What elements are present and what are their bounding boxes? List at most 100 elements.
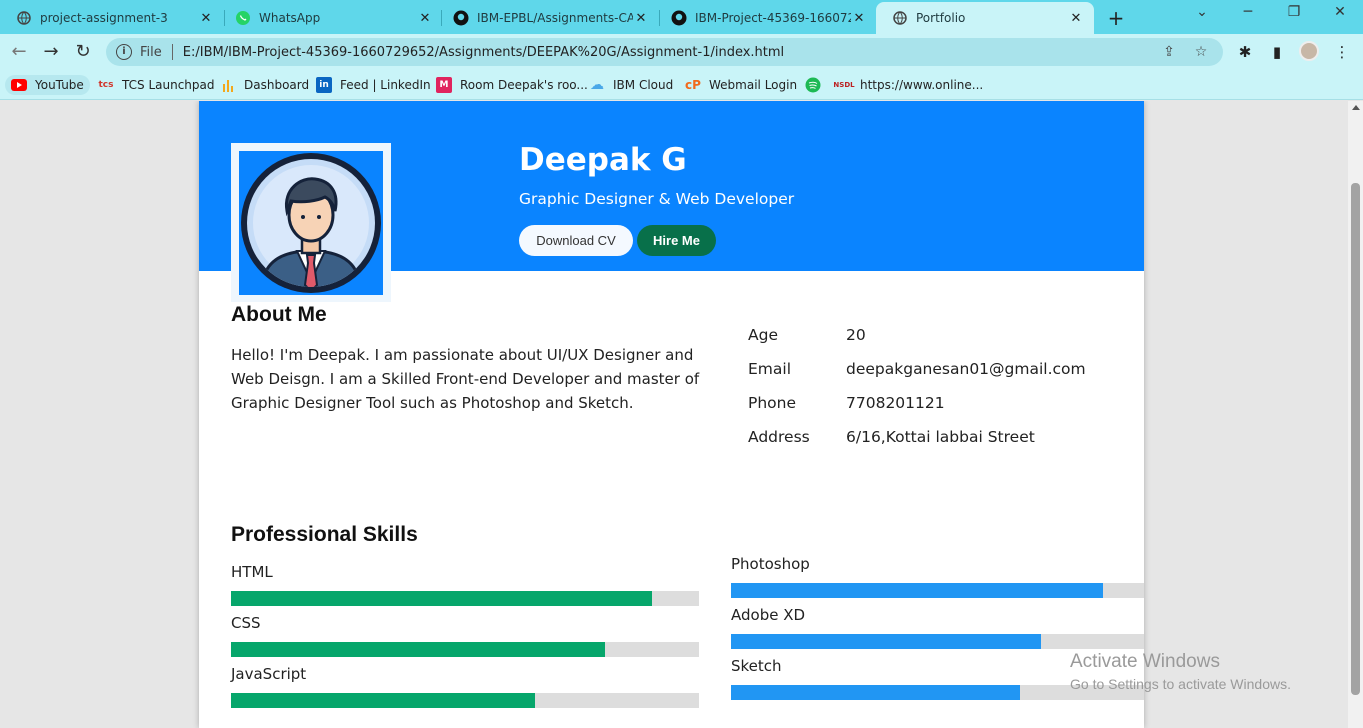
profile-photo-frame [231, 143, 391, 302]
tab-portfolio[interactable]: Portfolio ✕ [876, 2, 1094, 34]
profile-photo [239, 151, 383, 295]
address-bar[interactable]: i File E:/IBM/IBM-Project-45369-16607296… [106, 38, 1223, 66]
github-icon [671, 10, 687, 26]
tab-strip: project-assignment-3 ✕ WhatsApp ✕ IBM-EP… [0, 0, 1363, 34]
tab-label: WhatsApp [259, 11, 321, 25]
watermark-line-1: Activate Windows [1070, 651, 1220, 672]
vertical-scrollbar[interactable] [1348, 101, 1363, 728]
reload-button[interactable]: ↻ [71, 40, 95, 64]
tab-project-assignment[interactable]: project-assignment-3 ✕ [0, 2, 224, 34]
bookmark-label: TCS Launchpad [122, 78, 215, 92]
windows-activation-watermark: Activate Windows Go to Settings to activ… [1070, 651, 1291, 692]
skill-bar-fill [231, 591, 653, 606]
menu-icon[interactable]: ⋮ [1331, 41, 1353, 63]
cloud-icon: ☁ [590, 77, 604, 93]
close-icon[interactable]: ✕ [198, 11, 214, 26]
bookmarks-bar: YouTube tcs TCS Launchpad Dashboard in F… [0, 70, 1363, 100]
restore-button[interactable]: ❐ [1284, 4, 1304, 20]
about-text: Hello! I'm Deepak. I am passionate about… [231, 346, 700, 412]
bookmark-webmail[interactable]: cP Webmail Login [679, 75, 803, 95]
skill-label-css: CSS [231, 614, 261, 632]
bookmark-ibm-cloud[interactable]: ☁ IBM Cloud [583, 75, 679, 95]
profile-role: Graphic Designer & Web Developer [519, 190, 795, 208]
bookmark-label: IBM Cloud [613, 78, 674, 92]
bookmark-youtube[interactable]: YouTube [5, 75, 90, 95]
tab-whatsapp[interactable]: WhatsApp ✕ [219, 2, 443, 34]
github-icon [453, 10, 469, 26]
tab-label: Portfolio [916, 11, 966, 25]
skill-bar-fill [731, 685, 1021, 700]
close-icon[interactable]: ✕ [851, 11, 867, 26]
skill-bar-adobe-xd [731, 634, 1144, 649]
url-text[interactable]: E:/IBM/IBM-Project-45369-1660729652/Assi… [183, 45, 1159, 60]
bookmark-label: YouTube [35, 78, 84, 92]
linkedin-icon: in [316, 77, 332, 93]
bookmark-label: Dashboard [244, 78, 310, 92]
info-value: 6/16,Kottai labbai Street [846, 428, 1035, 446]
extensions-icon[interactable]: ✱ [1234, 41, 1256, 63]
skill-label-html: HTML [231, 563, 273, 581]
info-key: Email [748, 360, 792, 378]
profile-name: Deepak G [519, 142, 687, 178]
tab-label: project-assignment-3 [40, 11, 168, 25]
room-icon: M [436, 77, 452, 93]
info-value: 20 [846, 326, 866, 344]
info-value: 7708201121 [846, 394, 945, 412]
bookmark-tcs[interactable]: tcs TCS Launchpad [92, 75, 220, 95]
skill-label-javascript: JavaScript [231, 665, 307, 683]
bookmark-label: Webmail Login [709, 78, 798, 92]
side-panel-icon[interactable]: ▮ [1266, 41, 1288, 63]
skill-bar-javascript [231, 693, 699, 708]
page-viewport: Deepak G Graphic Designer & Web Develope… [0, 101, 1363, 728]
tab-ibm-epbl[interactable]: IBM-EPBL/Assignments-CAp ✕ [437, 2, 659, 34]
bookmark-label: Feed | LinkedIn [340, 78, 431, 92]
new-tab-button[interactable]: + [1106, 6, 1126, 30]
minimize-button[interactable]: ─ [1238, 4, 1258, 20]
skills-title: Professional Skills [231, 523, 418, 546]
bookmark-label: Room Deepak's roo... [460, 78, 588, 92]
dashboard-icon [220, 77, 236, 93]
skill-bar-fill [231, 693, 536, 708]
bookmark-room[interactable]: M Room Deepak's roo... [430, 75, 594, 95]
info-row-address: Address 6/16,Kottai labbai Street [748, 428, 1035, 452]
bookmark-linkedin[interactable]: in Feed | LinkedIn [310, 75, 437, 95]
about-title: About Me [231, 303, 327, 326]
businessman-avatar-icon [241, 153, 381, 293]
profile-avatar[interactable] [1299, 41, 1319, 61]
skill-label-photoshop: Photoshop [731, 555, 810, 573]
browser-toolbar: ← → ↻ i File E:/IBM/IBM-Project-45369-16… [0, 34, 1363, 70]
tab-ibm-project[interactable]: IBM-Project-45369-1660729 ✕ [655, 2, 877, 34]
skill-bar-html [231, 591, 699, 606]
info-icon[interactable]: i [116, 44, 132, 60]
info-row-phone: Phone 7708201121 [748, 394, 945, 418]
close-icon[interactable]: ✕ [633, 11, 649, 26]
tab-label: IBM-EPBL/Assignments-CAp [477, 11, 633, 25]
tab-search-icon[interactable]: ⌄ [1192, 4, 1212, 20]
share-icon[interactable]: ⇪ [1159, 44, 1179, 60]
bookmark-star-icon[interactable]: ☆ [1191, 44, 1211, 60]
bookmark-label: https://www.online... [860, 78, 984, 92]
info-key: Age [748, 326, 778, 344]
bookmark-nsdl[interactable]: NSDL https://www.online... [830, 75, 989, 95]
globe-icon [16, 10, 32, 26]
globe-icon [892, 10, 908, 26]
forward-button[interactable]: → [39, 40, 63, 64]
url-scheme: File [140, 44, 162, 60]
info-value: deepakganesan01@gmail.com [846, 360, 1086, 378]
scroll-up-arrow-icon[interactable] [1352, 105, 1360, 110]
close-icon[interactable]: ✕ [1068, 11, 1084, 26]
hire-me-button[interactable]: Hire Me [637, 225, 716, 256]
bookmark-dashboard[interactable]: Dashboard [214, 75, 315, 95]
portfolio-page: Deepak G Graphic Designer & Web Develope… [199, 101, 1144, 728]
info-key: Address [748, 428, 810, 446]
back-button[interactable]: ← [7, 40, 31, 64]
scroll-thumb[interactable] [1351, 183, 1360, 695]
youtube-icon [11, 77, 27, 93]
close-icon[interactable]: ✕ [417, 11, 433, 26]
spotify-icon [805, 77, 821, 93]
close-window-button[interactable]: ✕ [1330, 4, 1350, 20]
info-row-age: Age 20 [748, 326, 866, 350]
skill-bar-fill [731, 583, 1103, 598]
watermark-line-2: Go to Settings to activate Windows. [1070, 676, 1291, 692]
download-cv-button[interactable]: Download CV [519, 225, 633, 256]
